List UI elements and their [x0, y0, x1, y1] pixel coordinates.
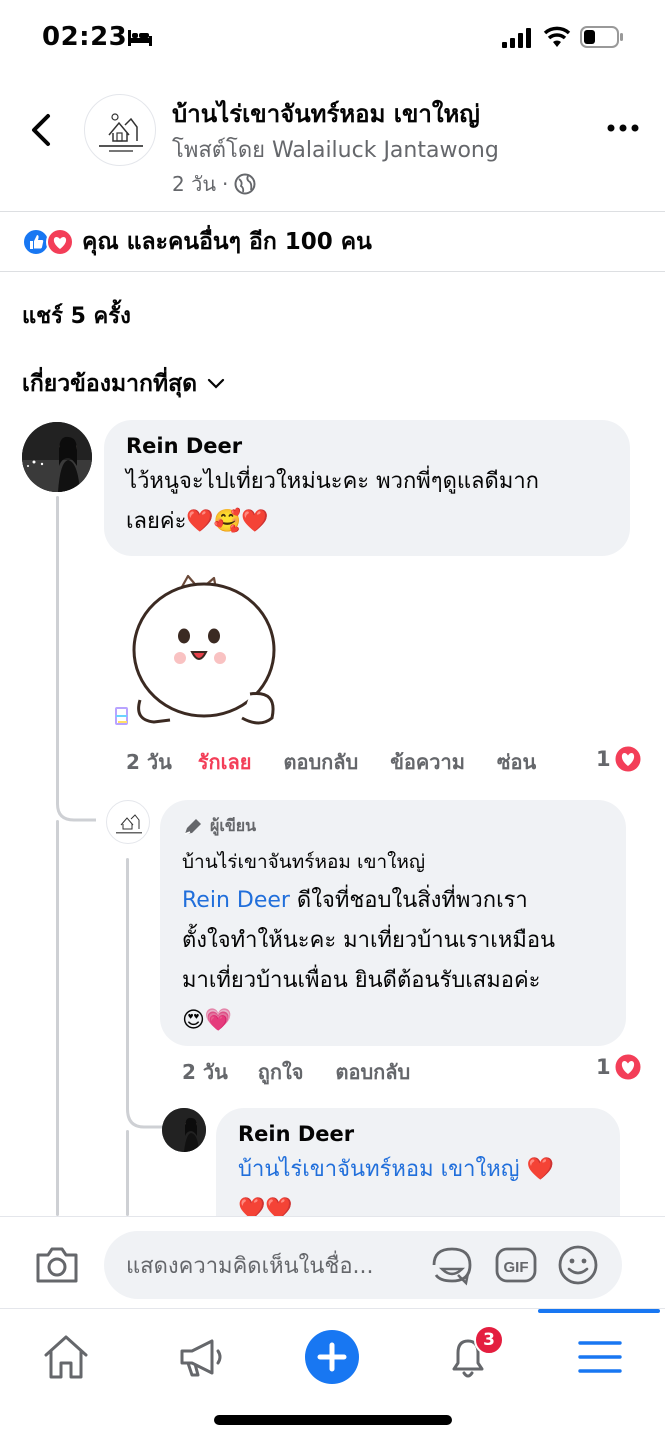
globe-icon: [234, 173, 256, 195]
like-button[interactable]: ถูกใจ: [258, 1056, 304, 1088]
home-icon[interactable]: [38, 1329, 94, 1385]
share-count[interactable]: แชร์ 5 ครั้ง: [22, 298, 131, 333]
comment-input[interactable]: แสดงความคิดเห็นในชื่อ...: [104, 1231, 622, 1299]
post-header: บ้านไร่เขาจันทร์หอม เขาใหญ่ โพสต์โดย Wal…: [0, 80, 665, 212]
love-reaction-icon: [613, 1052, 643, 1082]
notification-badge: 3: [474, 1325, 504, 1355]
author-badge-label: ผู้เขียน: [210, 816, 257, 835]
meta-separator: ·: [221, 172, 229, 196]
menu-icon[interactable]: [572, 1329, 628, 1385]
comment-actions: 2 วัน รักเลย ตอบกลับ ข้อความ ซ่อน: [126, 746, 568, 778]
hide-button[interactable]: ซ่อน: [497, 746, 536, 778]
avatar-sticker-icon[interactable]: [430, 1243, 474, 1287]
home-indicator: [214, 1415, 452, 1425]
thread-connector: [56, 780, 96, 822]
reaction-icons: [22, 227, 74, 256]
love-button[interactable]: รักเลย: [198, 746, 252, 778]
mention-link[interactable]: บ้านไร่เขาจันทร์หอม เขาใหญ่: [238, 1157, 520, 1182]
emoji-icon[interactable]: [556, 1243, 600, 1287]
page-avatar[interactable]: [84, 94, 156, 166]
cellular-signal-icon: [502, 28, 531, 48]
comment-age: 2 วัน: [126, 750, 172, 774]
reply-text-line: ตั้งใจทำให้นะคะ มาเที่ยวบ้านเราเหมือน: [182, 928, 556, 953]
create-plus-icon[interactable]: [304, 1329, 360, 1385]
more-options-icon[interactable]: [606, 120, 640, 136]
reply-text-line: 😍💗: [182, 1008, 233, 1033]
camera-icon[interactable]: [34, 1245, 80, 1285]
reply-button[interactable]: ตอบกลับ: [283, 746, 358, 778]
sort-label: เกี่ยวข้องมากที่สุด: [22, 371, 198, 397]
svg-text:GIF: GIF: [504, 1259, 529, 1276]
reply-age: 2 วัน: [182, 1060, 228, 1084]
comment-sort-dropdown[interactable]: เกี่ยวข้องมากที่สุด: [22, 366, 225, 402]
comment-clip: Rein Deer บ้านไร่เขาจันทร์หอม เขาใหญ่ ❤️…: [0, 1108, 665, 1216]
comment-text-line: ไว้หนูจะไปเที่ยวใหม่นะคะ พวกพี่ๆดูแลดีมา…: [126, 469, 539, 494]
reply-reaction-count[interactable]: 1: [596, 1052, 643, 1082]
reply-actions: 2 วัน ถูกใจ ตอบกลับ: [182, 1056, 442, 1088]
page-name[interactable]: บ้านไร่เขาจันทร์หอม เขาใหญ่: [172, 94, 480, 133]
chevron-down-icon: [207, 378, 225, 389]
mention-link[interactable]: Rein Deer: [182, 888, 290, 913]
sticker-image[interactable]: [110, 570, 280, 730]
thread-line-reply: [126, 858, 129, 1108]
message-button[interactable]: ข้อความ: [390, 746, 465, 778]
comment-author[interactable]: Rein Deer: [238, 1122, 598, 1146]
comment-composer: แสดงความคิดเห็นในชื่อ... GIF: [0, 1216, 665, 1308]
status-time: 02:23: [42, 22, 128, 52]
sleep-mode-icon: [128, 30, 152, 46]
comment-reaction-count[interactable]: 1: [596, 744, 643, 774]
comment-author[interactable]: Rein Deer: [126, 434, 608, 458]
comment-input-placeholder: แสดงความคิดเห็นในชื่อ...: [126, 1253, 374, 1279]
reply-text-line: มาเที่ยวบ้านเพื่อน ยินดีต้อนรับเสมอค่ะ: [182, 968, 541, 993]
reaction-count-number: 1: [596, 1055, 611, 1079]
comment-bubble[interactable]: Rein Deer ไว้หนูจะไปเที่ยวใหม่นะคะ พวกพี…: [104, 420, 630, 556]
love-reaction-icon: [613, 744, 643, 774]
commenter-avatar[interactable]: [22, 422, 92, 492]
thread-line: [56, 496, 59, 796]
back-arrow-icon[interactable]: [26, 110, 56, 150]
profile-photo-icon: [22, 422, 92, 492]
comment-bubble[interactable]: Rein Deer บ้านไร่เขาจันทร์หอม เขาใหญ่ ❤️…: [216, 1108, 620, 1216]
active-tab-indicator: [538, 1309, 660, 1313]
comment-text-line: ❤️❤️: [238, 1197, 293, 1216]
status-bar: 02:23: [0, 0, 665, 80]
reaction-summary[interactable]: คุณ และคนอื่นๆ อีก 100 คน: [0, 212, 665, 272]
comment-text-segment: ❤️: [519, 1157, 554, 1182]
post-age: 2 วัน: [172, 172, 216, 196]
reaction-summary-text: คุณ และคนอื่นๆ อีก 100 คน: [82, 228, 372, 255]
comment-text-line: บ้านไร่เขาจันทร์หอม เขาใหญ่ ❤️: [238, 1150, 598, 1190]
love-reaction-icon: [46, 227, 74, 256]
comment-text-line: เลยค่ะ❤️🥰❤️: [126, 509, 269, 534]
battery-icon: [580, 26, 623, 48]
reaction-count-number: 1: [596, 747, 611, 771]
wifi-icon: [543, 26, 571, 47]
megaphone-icon[interactable]: [172, 1329, 228, 1385]
page-logo-icon: [99, 113, 143, 152]
cat-sticker-icon: [115, 574, 276, 725]
reply-button[interactable]: ตอบกลับ: [335, 1056, 410, 1088]
pen-icon: [184, 818, 201, 835]
page-reply-avatar[interactable]: [106, 800, 150, 844]
bottom-tab-bar: 3: [0, 1308, 665, 1440]
post-meta: 2 วัน ·: [172, 168, 256, 200]
reply-text-segment: ดีใจที่ชอบในสิ่งที่พวกเรา: [289, 888, 528, 913]
reply-text-line: Rein Deer ดีใจที่ชอบในสิ่งที่พวกเรา: [182, 881, 604, 921]
gif-icon[interactable]: GIF: [494, 1243, 538, 1287]
page-logo-icon: [116, 814, 142, 834]
posted-by-text: โพสต์โดย Walailuck Jantawong: [172, 138, 499, 163]
author-badge: ผู้เขียน: [182, 814, 604, 839]
reply-bubble[interactable]: ผู้เขียน บ้านไร่เขาจันทร์หอม เขาใหญ่ Rei…: [160, 800, 626, 1046]
reply-author[interactable]: บ้านไร่เขาจันทร์หอม เขาใหญ่: [182, 847, 604, 877]
